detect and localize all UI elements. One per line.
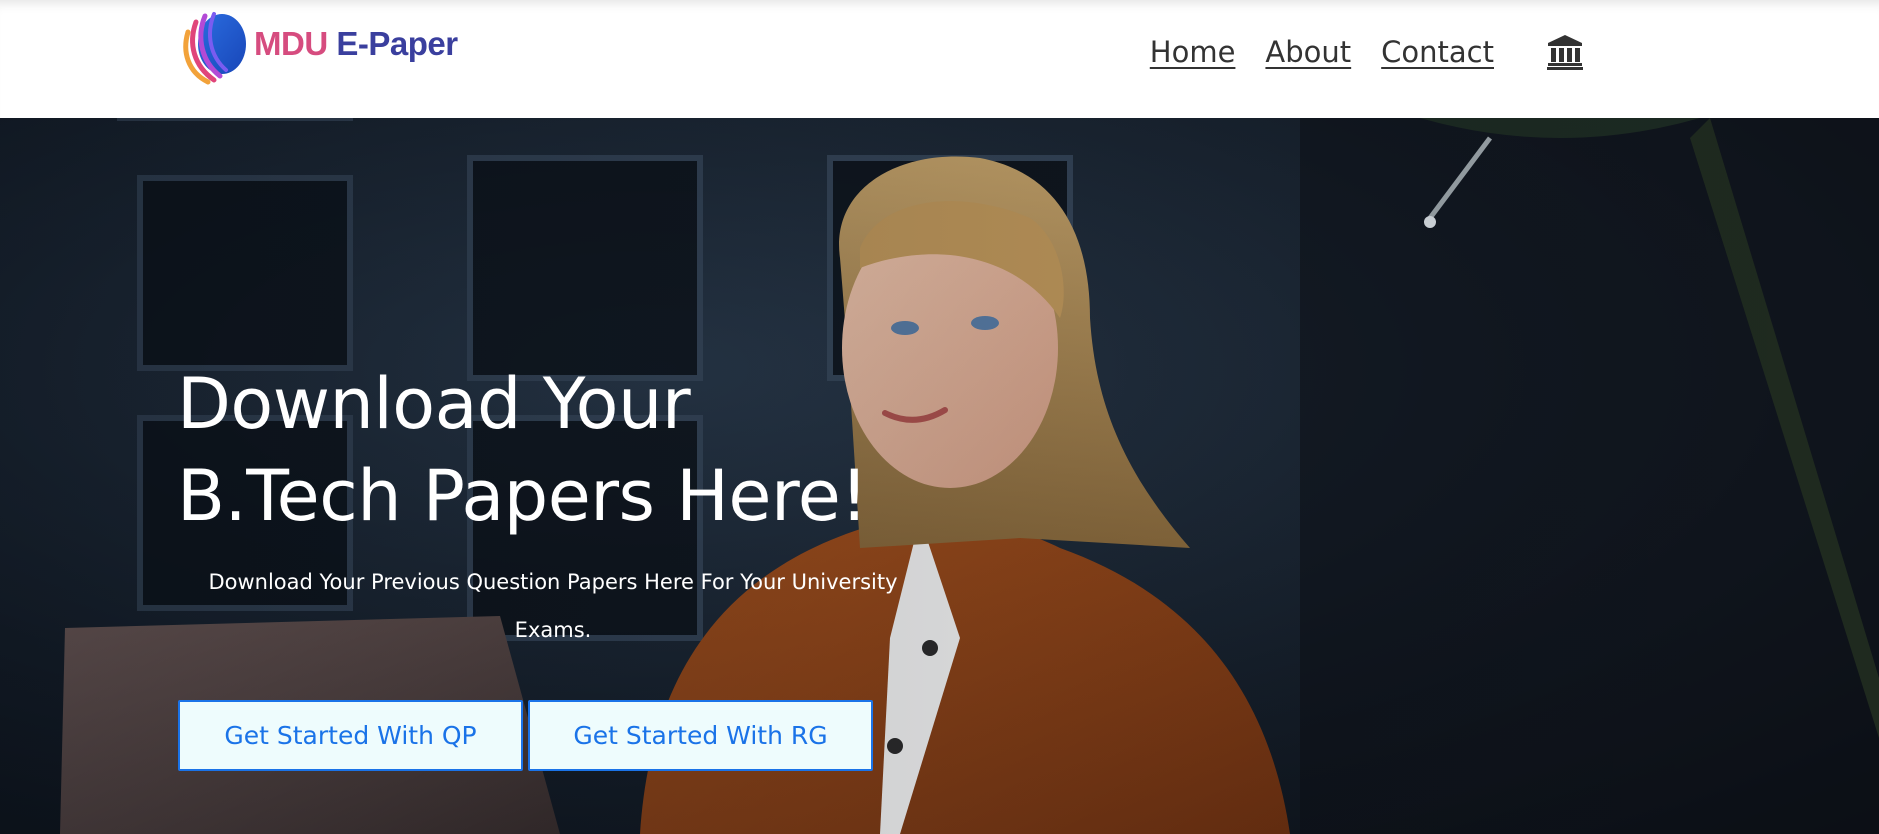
brand-name-part2: E-Paper: [336, 25, 458, 62]
hero-button-group: Get Started With QP Get Started With RG: [178, 700, 878, 771]
get-started-qp-button[interactable]: Get Started With QP: [178, 700, 523, 771]
main-nav: Home About Contact: [1120, 33, 1584, 71]
nav-link-about[interactable]: About: [1265, 35, 1351, 69]
hero-title-line1: Download Your: [177, 363, 691, 445]
get-started-rg-button[interactable]: Get Started With RG: [528, 700, 873, 771]
bank-icon[interactable]: [1546, 33, 1584, 71]
hero-title-line2: B.Tech Papers Here!: [177, 455, 868, 537]
hero-subtitle: Download Your Previous Question Papers H…: [208, 570, 898, 642]
brand-name: MDU E-Paper: [254, 25, 458, 63]
book-swoosh-logo-icon: [183, 12, 246, 85]
nav-link-contact[interactable]: Contact: [1381, 35, 1494, 69]
brand-name-part1: MDU: [254, 25, 328, 62]
top-navbar: MDU E-Paper Home About Contact: [0, 0, 1879, 118]
brand-logo-link[interactable]: MDU E-Paper: [178, 8, 458, 86]
hero-section: Download Your B.Tech Papers Here! Downlo…: [0, 118, 1879, 834]
nav-link-home[interactable]: Home: [1150, 35, 1236, 69]
hero-title: Download Your B.Tech Papers Here!: [177, 358, 868, 542]
